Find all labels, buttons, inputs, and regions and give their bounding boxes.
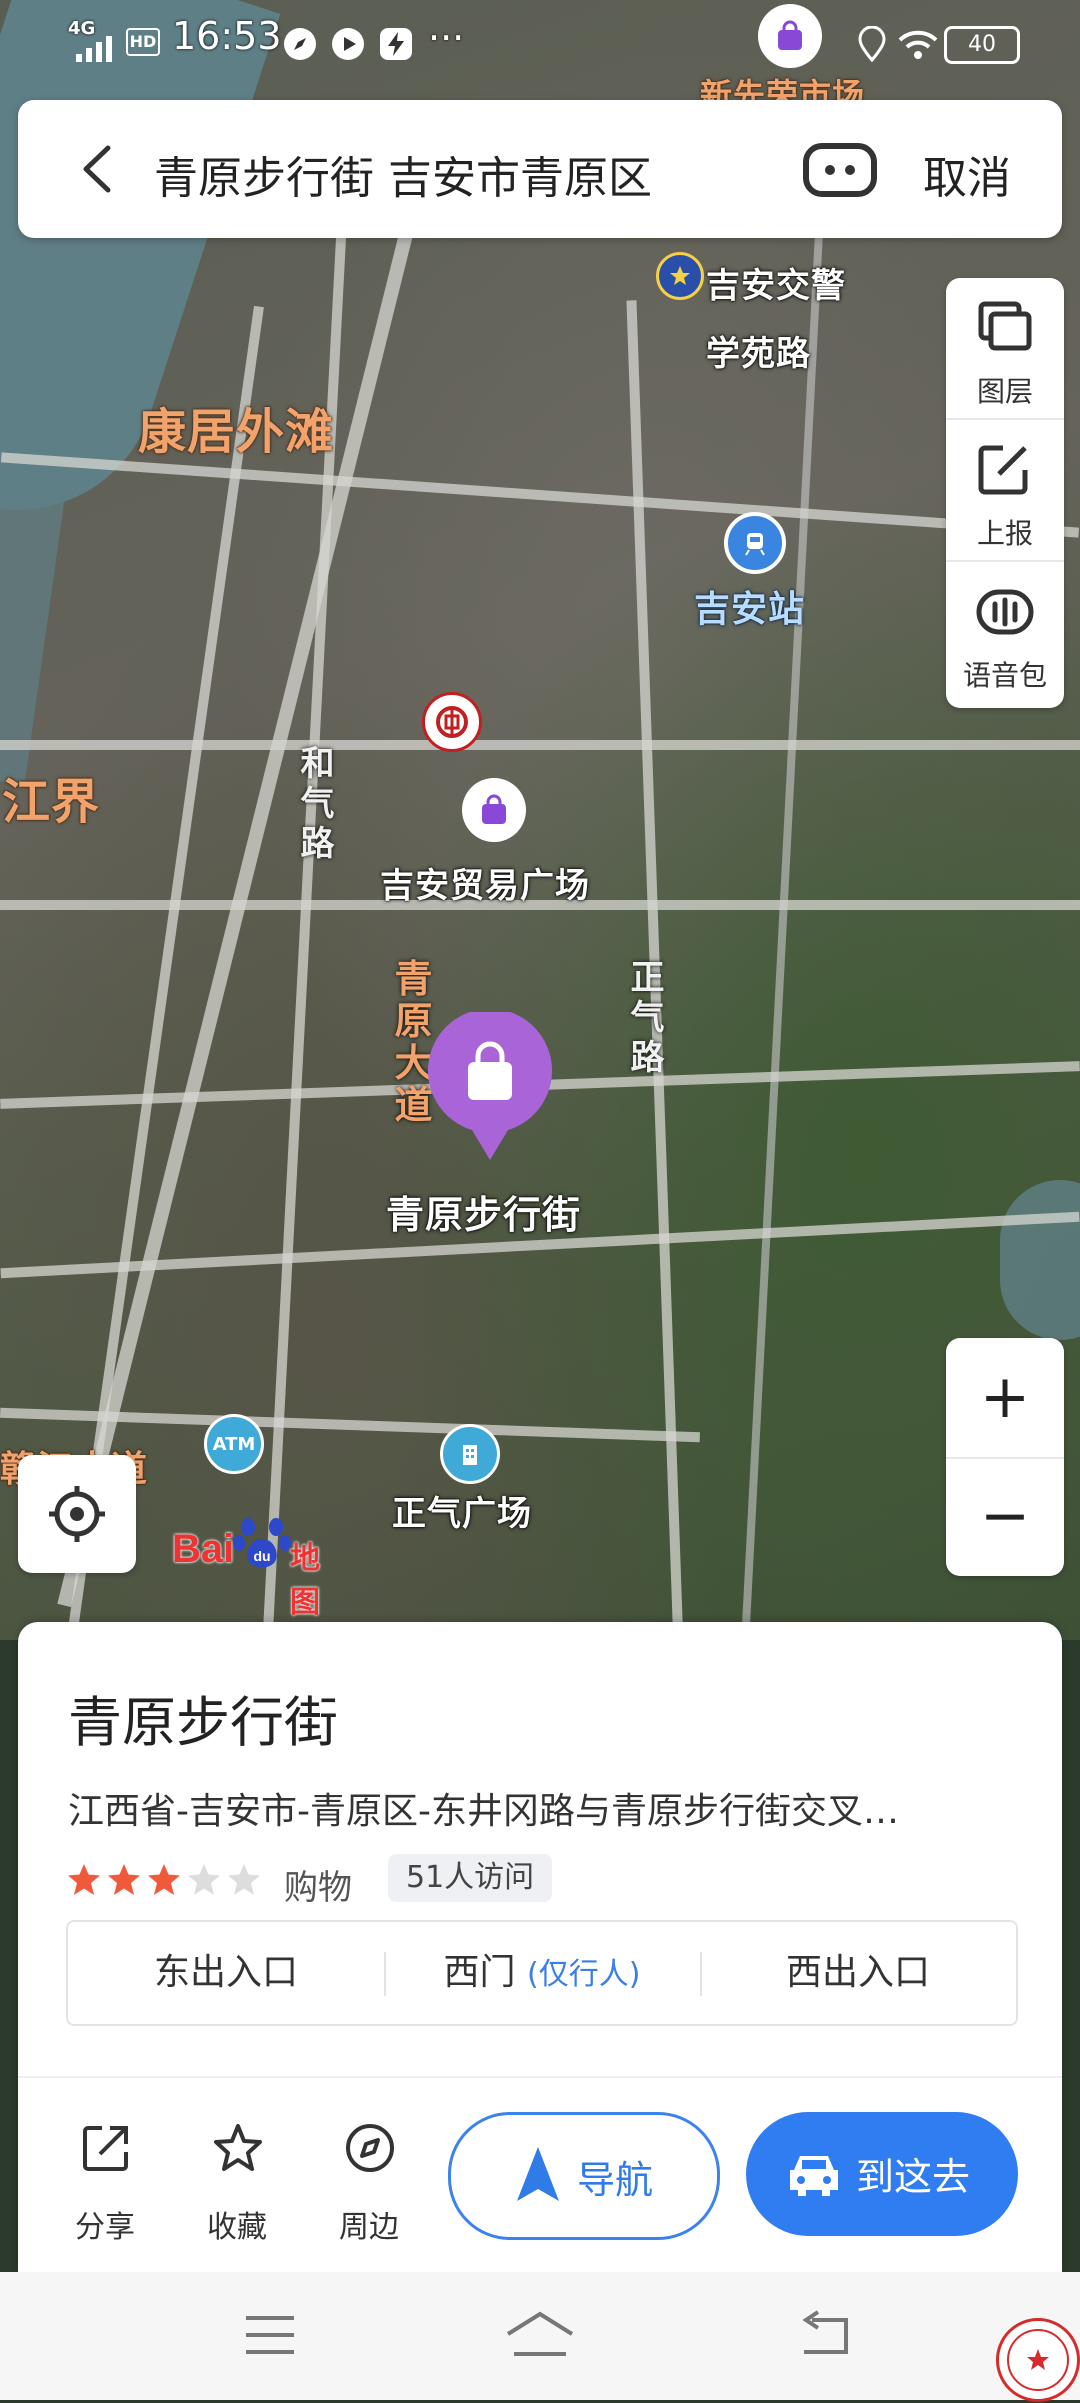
cancel-button[interactable]: 取消	[923, 142, 1011, 206]
river-branch	[0, 415, 75, 785]
layers-label: 图层	[976, 375, 1033, 408]
layers-button[interactable]: 图层	[946, 278, 1064, 420]
entrance-label: 西门	[443, 1952, 516, 1993]
label-pedestrian-street[interactable]: 青原步行街	[386, 1184, 581, 1239]
logo-bai: Bai	[172, 1527, 235, 1571]
navigate-label: 导航	[577, 2158, 654, 2202]
place-category: 购物	[284, 1868, 352, 1908]
card-divider	[18, 2076, 1062, 2078]
label-kangju-waitan: 康居外滩	[138, 404, 335, 460]
zoom-in-button[interactable]: +	[946, 1338, 1064, 1459]
entrance-east[interactable]: 东出入口	[68, 1922, 384, 2024]
label-xueyuan-road: 学苑路	[706, 334, 811, 374]
go-here-button[interactable]: 到这去	[746, 2112, 1018, 2236]
location-status-icon	[858, 26, 886, 62]
label-jian-station[interactable]: 吉安站	[694, 580, 805, 632]
battery-icon: 40	[944, 26, 1020, 64]
more-notifications: ···	[428, 16, 465, 60]
seal-star-icon	[1007, 2329, 1069, 2391]
road-h1	[0, 452, 1080, 538]
star-filled-icon	[68, 1864, 100, 1895]
navigation-arrow-icon	[517, 2147, 559, 2201]
selected-place-pin-icon[interactable]	[424, 1012, 556, 1164]
status-bar: 4G HD 16:53 ··· 40	[0, 0, 1080, 86]
zoom-out-button[interactable]: −	[946, 1457, 1064, 1576]
entrance-west-gate[interactable]: 西门 (仅行人)	[384, 1922, 700, 2024]
car-icon	[790, 2156, 838, 2196]
ar-view-icon[interactable]	[802, 140, 878, 200]
nearby-button[interactable]: 周边	[314, 2122, 424, 2252]
label-jian-traffic-police[interactable]: 吉安交警	[706, 258, 846, 307]
shopping-bag-icon[interactable]	[758, 4, 822, 68]
report-button[interactable]: 上报	[946, 420, 1064, 562]
report-label: 上报	[976, 517, 1033, 550]
system-navigation-bar	[0, 2272, 1080, 2400]
label-trade-plaza[interactable]: 吉安贸易广场	[380, 858, 590, 907]
favorite-label: 收藏	[207, 2210, 267, 2245]
watermark-seal-logo	[996, 2318, 1080, 2402]
entrance-note: (仅行人)	[527, 1957, 641, 1992]
my-location-button[interactable]	[18, 1455, 136, 1573]
signal-strength-icon	[76, 36, 112, 62]
layers-icon	[978, 301, 1032, 351]
compass-icon	[346, 2124, 394, 2172]
share-label: 分享	[75, 2210, 135, 2245]
star-empty-icon	[228, 1864, 260, 1895]
home-icon[interactable]	[504, 2310, 576, 2360]
navigate-button[interactable]: 导航	[448, 2112, 720, 2240]
label-jiangjie: 江界	[2, 774, 101, 830]
logo-ditu: 地图	[290, 1541, 320, 1620]
pond	[1000, 1180, 1080, 1340]
police-badge-icon[interactable]	[656, 252, 704, 300]
bank-icon[interactable]	[422, 692, 482, 752]
label-zhengqi-plaza[interactable]: 正气广场	[392, 1486, 532, 1535]
bolt-app-icon	[380, 28, 412, 60]
crosshair-icon	[49, 1486, 105, 1542]
wifi-icon	[898, 30, 938, 59]
search-bar[interactable]: 青原步行街 吉安市青原区 取消	[18, 100, 1062, 238]
star-filled-icon	[108, 1864, 140, 1895]
share-button[interactable]: 分享	[50, 2122, 160, 2252]
place-detail-card[interactable]: 青原步行街 江西省-吉安市-青原区-东井冈路与青原步行街交叉… 购物 51人访问…	[18, 1622, 1062, 2272]
zoom-control: + −	[946, 1338, 1064, 1576]
place-name: 青原步行街	[68, 1691, 338, 1754]
entrance-label: 东出入口	[153, 1952, 298, 1993]
video-app-icon	[332, 28, 364, 60]
atm-icon[interactable]: ATM	[204, 1414, 264, 1474]
train-station-icon[interactable]	[724, 512, 786, 574]
map-tools-panel: 图层 上报 语音包	[946, 278, 1064, 708]
label-heqi-road: 和气路	[300, 744, 336, 864]
clock-time: 16:53	[172, 14, 282, 58]
plaza-building-icon[interactable]	[440, 1424, 500, 1484]
rating-stars	[66, 1862, 266, 1902]
star-empty-icon	[188, 1864, 220, 1895]
shopping-bag-icon[interactable]	[462, 778, 526, 842]
visit-count-badge: 51人访问	[388, 1854, 553, 1902]
search-query-text[interactable]: 青原步行街 吉安市青原区	[154, 142, 652, 206]
favorite-button[interactable]: 收藏	[182, 2122, 292, 2252]
voice-pack-icon	[976, 589, 1034, 635]
place-address[interactable]: 江西省-吉安市-青原区-东井冈路与青原步行街交叉…	[68, 1782, 1018, 1834]
report-edit-icon	[978, 445, 1028, 495]
compass-app-icon	[284, 28, 316, 60]
road-h2	[0, 740, 1080, 750]
menu-icon[interactable]	[242, 2310, 298, 2360]
entrance-west[interactable]: 西出入口	[700, 1922, 1016, 2024]
star-filled-icon	[148, 1864, 180, 1895]
star-outline-icon	[214, 2124, 262, 2171]
voice-pack-label: 语音包	[962, 659, 1047, 692]
share-icon	[83, 2126, 128, 2171]
hd-badge: HD	[126, 28, 160, 56]
back-icon[interactable]	[796, 2310, 852, 2360]
nearby-label: 周边	[339, 2210, 399, 2245]
go-here-label: 到这去	[856, 2155, 971, 2199]
back-arrow-icon[interactable]	[70, 136, 130, 202]
satellite-map[interactable]: 新先荣市场 康居外滩 江界 赣江大道 吉安交警 学苑路 吉安站 吉安贸易广场 和…	[0, 0, 1080, 1640]
voice-pack-button[interactable]: 语音包	[946, 562, 1064, 702]
paw-logo-icon: du	[233, 1518, 291, 1568]
entrances-list: 东出入口 西门 (仅行人) 西出入口	[66, 1920, 1018, 2026]
label-zhengqi-road: 正气路	[630, 958, 666, 1078]
entrance-label: 西出入口	[785, 1952, 930, 1993]
logo-du: du	[253, 1548, 270, 1564]
